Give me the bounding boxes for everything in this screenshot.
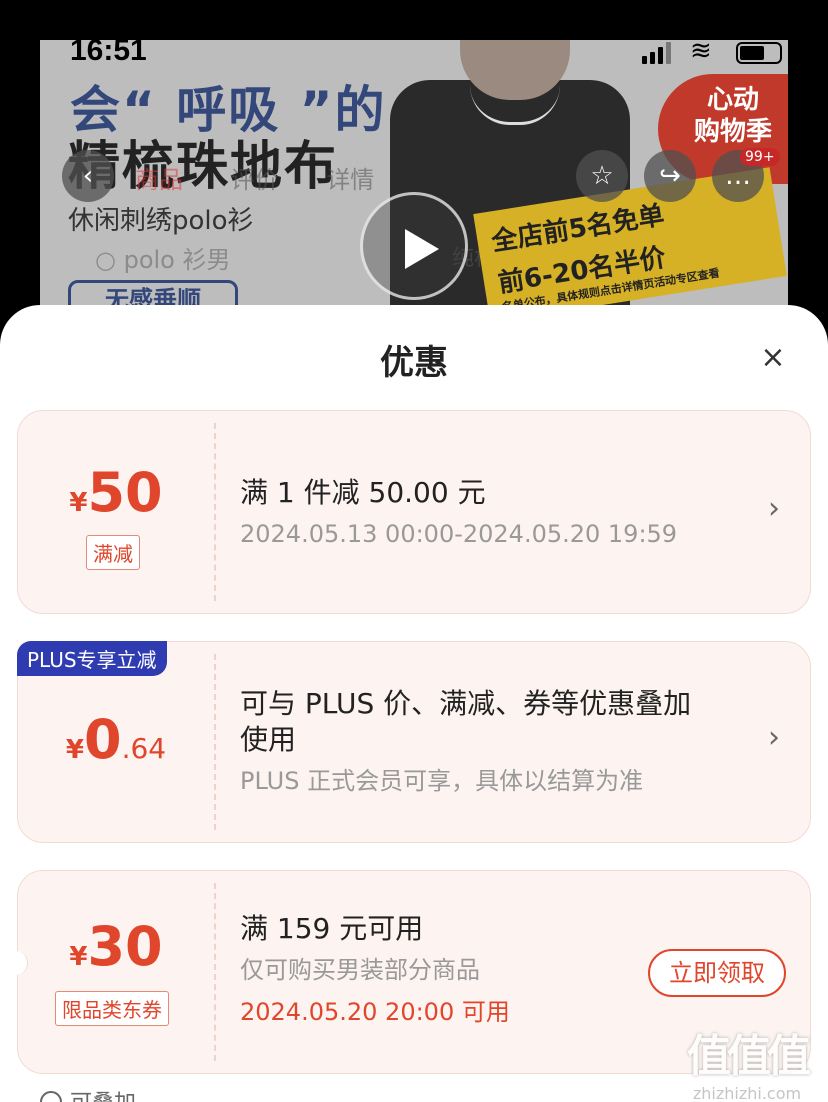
stackable-section[interactable]: 可叠加 bbox=[40, 1085, 136, 1102]
coupon-available-time: 2024.05.20 20:00 可用 bbox=[240, 998, 510, 1026]
coupon-note: PLUS 正式会员可享，具体以结算为准 bbox=[240, 767, 644, 795]
share-icon: ↪ bbox=[659, 161, 681, 191]
hero-subtitle: 休闲刺绣polo衫 bbox=[68, 206, 254, 236]
coupon-amount: ¥50 bbox=[18, 461, 214, 524]
claim-coupon-button[interactable]: 立即领取 bbox=[648, 949, 786, 997]
stackable-label: 可叠加 bbox=[70, 1091, 136, 1102]
currency-symbol: ¥ bbox=[65, 735, 84, 765]
amount-value: 50 bbox=[87, 461, 163, 524]
currency-symbol: ¥ bbox=[69, 488, 88, 518]
cart-count-badge: 99+ bbox=[740, 148, 780, 166]
chevron-left-icon: ‹ bbox=[82, 161, 94, 191]
search-text: polo 衫男 bbox=[123, 246, 231, 274]
coupon-info: 可与 PLUS 价、满减、券等优惠叠加 使用 PLUS 正式会员可享，具体以结算… bbox=[240, 686, 691, 798]
coupon-card-plus[interactable]: PLUS专享立减 ¥0.64 可与 PLUS 价、满减、券等优惠叠加 使用 PL… bbox=[17, 641, 811, 843]
promo-red-line-2: 购物季 bbox=[693, 117, 772, 147]
coupon-info: 满 1 件减 50.00 元 2024.05.13 00:00-2024.05.… bbox=[240, 475, 677, 551]
coupon-type-tag: 限品类东券 bbox=[55, 991, 169, 1026]
coupon-condition: 满 1 件减 50.00 元 bbox=[240, 476, 486, 509]
coupon-description-line-1: 可与 PLUS 价、满减、券等优惠叠加 bbox=[240, 687, 692, 720]
play-video-button[interactable] bbox=[360, 192, 468, 300]
search-icon: ○ bbox=[95, 246, 116, 274]
coupon-scope: 仅可购买男装部分商品 bbox=[240, 956, 480, 984]
status-bar: 16:51 ≋ bbox=[0, 0, 828, 70]
card-divider bbox=[214, 654, 216, 830]
coupon-card-full-reduction[interactable]: ¥50 满减 满 1 件减 50.00 元 2024.05.13 00:00-2… bbox=[17, 410, 811, 614]
product-hero-image: 会“ 呼吸 ”的 精梳珠地布 商品 评价 详情 休闲刺绣polo衫 ○ polo… bbox=[40, 40, 788, 330]
amount-value: 30 bbox=[87, 915, 163, 978]
close-button[interactable]: × bbox=[756, 341, 790, 375]
wifi-icon: ≋ bbox=[690, 36, 712, 66]
stack-icon bbox=[40, 1091, 62, 1102]
tab-details[interactable]: 详情 bbox=[326, 166, 374, 194]
card-divider bbox=[214, 423, 216, 601]
promo-red-line-1: 心动 bbox=[706, 85, 759, 115]
battery-icon bbox=[736, 42, 782, 64]
close-icon: × bbox=[760, 340, 786, 375]
product-tabs: 商品 评价 详情 bbox=[135, 160, 414, 195]
tab-reviews[interactable]: 评价 bbox=[231, 166, 279, 194]
card-divider bbox=[214, 883, 216, 1061]
chevron-right-icon[interactable]: › bbox=[768, 720, 780, 755]
watermark-logo: 值值值 bbox=[687, 1031, 811, 1082]
amount-integer: 0 bbox=[83, 708, 122, 771]
coupon-type-tag: 满减 bbox=[86, 535, 140, 570]
sheet-title: 优惠 bbox=[380, 343, 448, 383]
star-icon: ☆ bbox=[590, 161, 614, 191]
site-watermark: 值值值 zhizhizhi.com bbox=[672, 1020, 822, 1102]
tab-product[interactable]: 商品 bbox=[135, 166, 183, 194]
coupon-info: 满 159 元可用 仅可购买男装部分商品 2024.05.20 20:00 可用 bbox=[240, 911, 510, 1029]
plus-exclusive-badge: PLUS专享立减 bbox=[17, 641, 167, 676]
chevron-right-icon[interactable]: › bbox=[768, 491, 780, 526]
favorite-button[interactable]: ☆ bbox=[576, 150, 628, 202]
discount-sheet: 优惠 × ¥50 满减 满 1 件减 50.00 元 2024.05.13 00… bbox=[0, 305, 828, 1102]
currency-symbol: ¥ bbox=[69, 942, 88, 972]
amount-decimal: .64 bbox=[121, 732, 167, 765]
watermark-site: zhizhizhi.com bbox=[692, 1084, 802, 1102]
coupon-validity: 2024.05.13 00:00-2024.05.20 19:59 bbox=[240, 520, 678, 548]
status-time: 16:51 bbox=[70, 34, 147, 67]
coupon-amount: ¥0.64 bbox=[18, 708, 214, 771]
share-button[interactable]: ↪ bbox=[644, 150, 696, 202]
coupon-condition: 满 159 元可用 bbox=[240, 912, 424, 945]
coupon-amount: ¥30 bbox=[18, 915, 214, 978]
coupon-description-line-2: 使用 bbox=[240, 723, 297, 756]
back-button[interactable]: ‹ bbox=[62, 150, 114, 202]
signal-icon bbox=[642, 42, 672, 64]
product-page-backdrop: 会“ 呼吸 ”的 精梳珠地布 商品 评价 详情 休闲刺绣polo衫 ○ polo… bbox=[0, 0, 828, 330]
search-bar[interactable]: ○ polo 衫男 bbox=[95, 240, 231, 275]
